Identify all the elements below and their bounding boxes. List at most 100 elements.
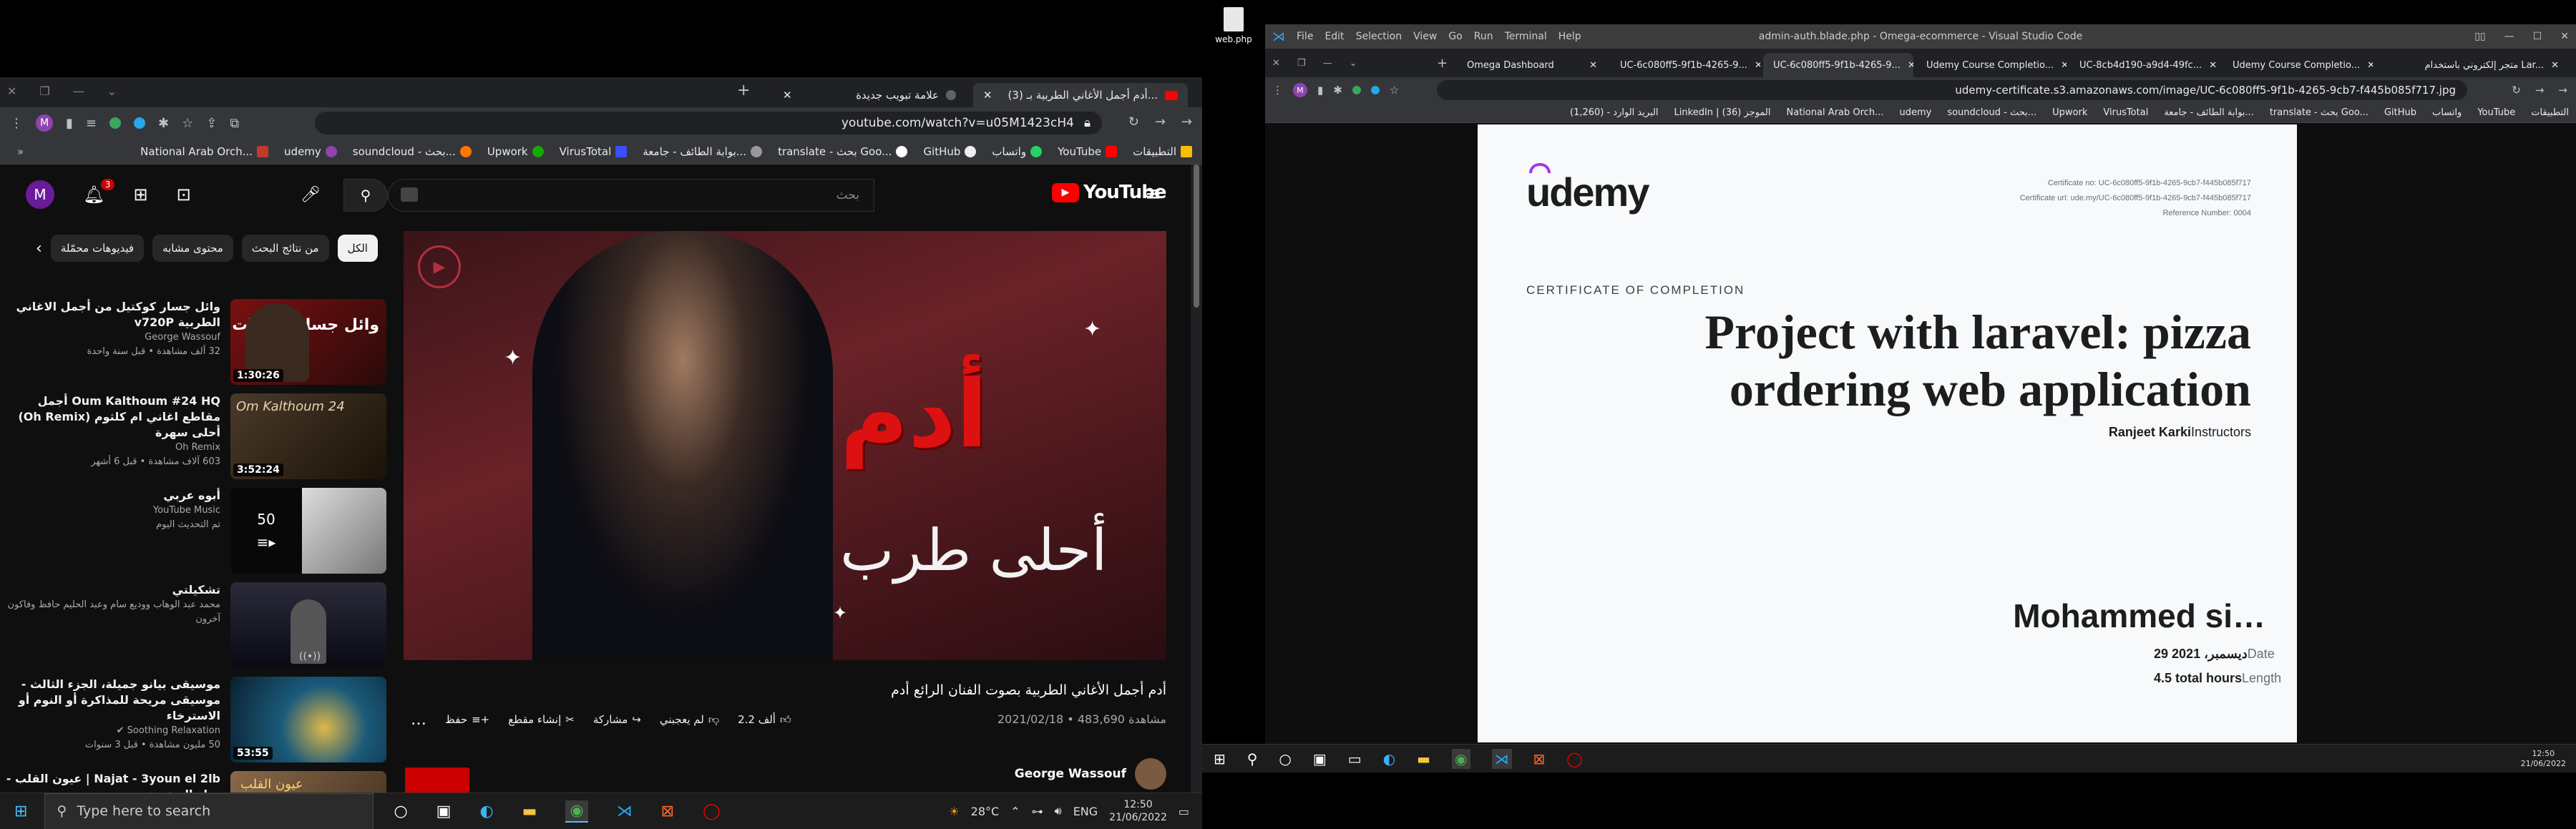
- sidebar-icon[interactable]: ▮: [66, 116, 73, 131]
- maximize-icon[interactable]: ☐: [2533, 31, 2542, 42]
- bookmark[interactable]: YouTube: [2477, 107, 2515, 118]
- channel-name[interactable]: George Wassouf: [6, 330, 220, 345]
- avatar[interactable]: M: [26, 180, 54, 209]
- bookmark[interactable]: translate - بحث Goo...: [2270, 107, 2368, 118]
- subscribe-button[interactable]: [405, 767, 469, 793]
- bookmark[interactable]: التطبيقات: [2531, 107, 2569, 118]
- search-input[interactable]: بحث: [388, 179, 874, 212]
- bookmark[interactable]: GitHub: [2384, 107, 2416, 118]
- channel-name[interactable]: YouTube Music: [6, 504, 220, 518]
- url-bar[interactable]: udemy-certificate.s3.amazonaws.com/image…: [1437, 80, 2467, 100]
- profile-avatar[interactable]: M: [36, 114, 53, 132]
- channel-name[interactable]: Soothing Relaxation: [127, 725, 220, 736]
- video-title[interactable]: أبوه عربي: [6, 488, 220, 504]
- weather-temp[interactable]: 28°C: [971, 805, 1000, 818]
- language-indicator[interactable]: ENG: [1073, 805, 1098, 818]
- back-icon[interactable]: →: [2558, 84, 2567, 97]
- vscode-icon[interactable]: ⋊: [617, 803, 633, 820]
- install-icon[interactable]: ⧉: [230, 116, 239, 131]
- video-title[interactable]: تشكيلتي: [6, 582, 220, 598]
- file-explorer-icon[interactable]: ▬: [1417, 750, 1430, 767]
- file-explorer-icon[interactable]: ▬: [522, 803, 537, 820]
- menu-selection[interactable]: Selection: [1356, 31, 1402, 42]
- windows-start-icon[interactable]: ⊞: [14, 803, 27, 820]
- voice-search-icon[interactable]: 🎤︎: [301, 186, 321, 204]
- share-button[interactable]: مشاركة ↪: [593, 707, 641, 732]
- tray-chevron-icon[interactable]: ⌃: [1010, 805, 1020, 818]
- bookmark[interactable]: بوابة الطائف - جامعة...: [2164, 107, 2254, 118]
- channel-avatar[interactable]: [1135, 758, 1166, 790]
- widgets-icon[interactable]: ▣: [1313, 750, 1327, 767]
- close-window-icon[interactable]: ✕: [7, 84, 16, 98]
- search-icon[interactable]: ⚲: [1247, 750, 1258, 767]
- bookmark[interactable]: بوابة الطائف - جامعة...: [643, 145, 763, 158]
- chip[interactable]: فيديوهات محمّلة: [50, 235, 145, 262]
- bookmark[interactable]: واتساب: [2432, 107, 2462, 118]
- layout-icon[interactable]: ▯▯: [2474, 31, 2485, 42]
- video-title[interactable]: Oum Kalthoum #24 HQ أجمل مقاطع اغاني ام …: [6, 393, 220, 441]
- bookmark[interactable]: soundcloud - بحث...: [353, 145, 472, 158]
- scrollbar-thumb[interactable]: [1194, 165, 1199, 308]
- opera-icon[interactable]: ◯: [1566, 750, 1582, 767]
- bookmark[interactable]: التطبيقات: [1133, 145, 1192, 158]
- menu-go[interactable]: Go: [1448, 31, 1462, 42]
- recommendation-item[interactable]: 50 ≡▸ أبوه عربي YouTube Music تم التحديث…: [29, 488, 386, 574]
- explorer-window-icon[interactable]: ▭: [1348, 750, 1362, 767]
- extensions-icon[interactable]: ✱: [1333, 84, 1342, 97]
- video-thumbnail[interactable]: وائل جسار طربيات 1:30:26: [230, 299, 386, 385]
- menu-terminal[interactable]: Terminal: [1505, 31, 1547, 42]
- video-title[interactable]: موسيقى بيانو جميلة، الجزء الثالث - موسيق…: [6, 677, 220, 724]
- apps-grid-icon[interactable]: ⊞: [133, 185, 147, 205]
- tab-youtube[interactable]: ✕ (3) أدم أجمل الأغاني الطربية بـ...: [973, 83, 1188, 107]
- close-window-icon[interactable]: ✕: [1272, 58, 1280, 69]
- tab-search-icon[interactable]: ⌄: [1350, 58, 1357, 69]
- restore-icon[interactable]: ❐: [1297, 58, 1306, 69]
- new-tab-button[interactable]: +: [737, 82, 750, 99]
- edge-icon[interactable]: ◐: [1383, 750, 1395, 767]
- tab-certificate-2[interactable]: UC-8cb4d190-a9d4-49fc... ✕: [2069, 53, 2220, 77]
- video-title[interactable]: Najat - 3youn el 2lb | عيون القلب - نجاة…: [6, 771, 220, 793]
- reload-icon[interactable]: ↻: [2512, 84, 2521, 97]
- bookmark[interactable]: البريد الوارد - (1,260): [1570, 107, 1659, 118]
- video-thumbnail[interactable]: عيون القلب: [230, 771, 386, 793]
- tab-new[interactable]: ✕ علامة تبويب جديدة: [773, 83, 966, 107]
- bookmark[interactable]: Upwork: [2052, 107, 2087, 118]
- extension-icon[interactable]: [1370, 86, 1380, 94]
- minimize-icon[interactable]: —: [2504, 31, 2514, 42]
- playlist-icon[interactable]: ≡: [86, 116, 97, 131]
- channel-name[interactable]: George Wassouf: [1015, 767, 1126, 781]
- recommendation-item[interactable]: ((•)) تشكيلتي محمد عبد الوهاب ووديع سام …: [8, 582, 386, 668]
- minimize-icon[interactable]: —: [1323, 58, 1332, 69]
- windows-start-icon[interactable]: ⊞: [1214, 750, 1226, 767]
- scrollbar[interactable]: [1191, 165, 1202, 793]
- forward-icon[interactable]: →: [2535, 84, 2545, 97]
- search-button[interactable]: ⚲: [343, 179, 388, 212]
- sidebar-icon[interactable]: ▮: [1317, 84, 1323, 97]
- video-player[interactable]: ▶ أدم أحلى طرب ✦ ✦ ✦: [404, 231, 1166, 660]
- bookmark[interactable]: VirusTotal: [560, 145, 628, 158]
- clock[interactable]: 12:50 21/06/2022: [1109, 798, 1167, 824]
- menu-edit[interactable]: Edit: [1324, 31, 1344, 42]
- recommendation-item[interactable]: عيون القلب Najat - 3youn el 2lb | عيون ا…: [6, 771, 386, 793]
- keyboard-icon[interactable]: [401, 187, 418, 202]
- video-title[interactable]: وائل جسار كوكتيل من أجمل الاغاني الطربية…: [6, 299, 220, 330]
- close-icon[interactable]: ✕: [2560, 31, 2569, 42]
- close-tab-icon[interactable]: ✕: [783, 89, 792, 102]
- task-view-icon[interactable]: ○: [394, 803, 407, 820]
- taskbar-search-input[interactable]: ⚲ Type here to search: [44, 793, 374, 829]
- clip-button[interactable]: إنشاء مقطع ✂: [508, 707, 575, 732]
- tab-store-laravel[interactable]: متجر إلكتروني باستخدام Lar... ✕: [2376, 53, 2569, 77]
- xampp-icon[interactable]: ⊠: [661, 803, 674, 820]
- tab-udemy-completion-2[interactable]: Udemy Course Completio... ✕: [2223, 53, 2373, 77]
- menu-view[interactable]: View: [1413, 31, 1437, 42]
- bookmark-star-icon[interactable]: ☆: [1390, 84, 1399, 97]
- volume-icon[interactable]: 🔊︎: [1055, 804, 1062, 818]
- menu-dots-icon[interactable]: ⋮: [1272, 84, 1283, 97]
- playlist-thumbnail[interactable]: 50 ≡▸: [230, 488, 386, 574]
- chip[interactable]: من نتائج البحث: [241, 235, 329, 262]
- desktop-icon-web-php[interactable]: web.php: [1212, 7, 1255, 44]
- restore-icon[interactable]: ❐: [39, 84, 49, 98]
- dislike-button[interactable]: لم يعجبني 👎︎: [660, 707, 719, 732]
- recommendation-item[interactable]: Om Kalthoum 24 3:52:24 Oum Kalthoum #24 …: [18, 393, 386, 479]
- channel-name[interactable]: Oh Remix: [6, 441, 220, 455]
